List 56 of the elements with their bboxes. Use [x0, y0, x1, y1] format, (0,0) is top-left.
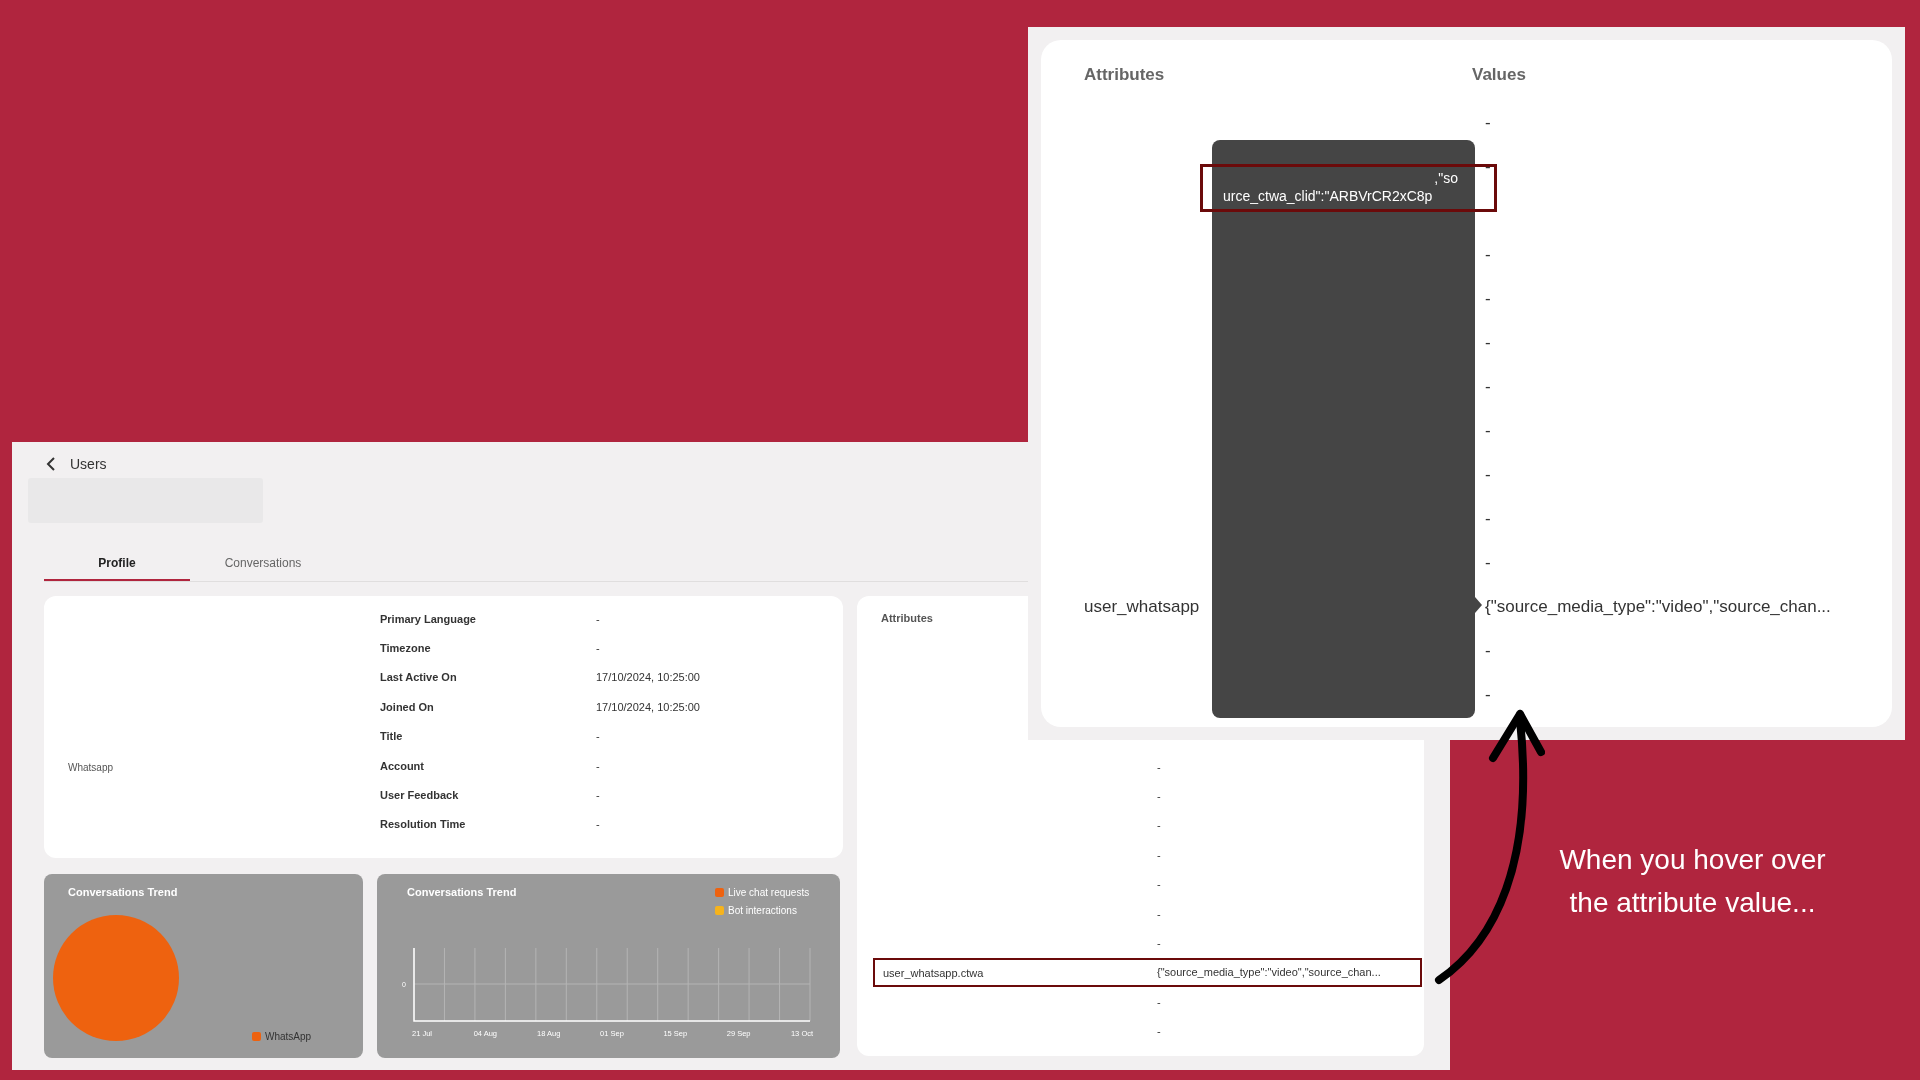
field-value: 17/10/2024, 10:25:00	[596, 700, 700, 713]
field-label: Joined On	[380, 700, 435, 713]
field-value: -	[596, 642, 601, 655]
legend-item: WhatsApp	[252, 1031, 312, 1042]
field-value: -	[596, 730, 601, 743]
attribute-value: {"source_media_type":"video","source_chan...	[1485, 597, 1831, 616]
channel-label: Whatsapp	[68, 761, 115, 773]
attribute-value: -	[1157, 1025, 1162, 1038]
attribute-value: -	[1157, 907, 1162, 920]
card-title: Attributes	[881, 612, 933, 624]
field-value: -	[596, 612, 601, 625]
attribute-value: -	[1157, 790, 1162, 803]
field-label: Last Active On	[380, 671, 458, 684]
column-header: Values	[1472, 65, 1527, 85]
attribute-value: -	[1485, 113, 1491, 132]
legend-item: Live chat requests	[715, 887, 810, 898]
attribute-value: -	[1485, 377, 1491, 396]
field-value: -	[596, 818, 601, 831]
attribute-value: -	[1485, 157, 1491, 176]
field-value: 17/10/2024, 10:25:00	[596, 671, 700, 684]
tooltip-text: ,"so	[1434, 169, 1458, 187]
attribute-value: -	[1485, 465, 1491, 484]
attribute-name: user_whatsapp.ctwa	[883, 967, 984, 980]
attribute-value: -	[1485, 553, 1491, 572]
attribute-value: -	[1157, 995, 1162, 1008]
chart-title: Conversations Trend	[407, 886, 517, 898]
attribute-value: -	[1485, 509, 1491, 528]
tooltip-text: urce_ctwa_clid":"ARBVrCR2xC8p	[1223, 187, 1433, 205]
attribute-value: -	[1485, 421, 1491, 440]
field-value: -	[596, 759, 601, 772]
attribute-value: -	[1157, 760, 1162, 773]
attribute-value: -	[1157, 819, 1162, 832]
attribute-value: -	[1157, 878, 1162, 891]
field-label: Account	[380, 759, 425, 772]
legend-item: Bot interactions	[715, 905, 797, 916]
attribute-value: -	[1485, 245, 1491, 264]
attribute-value: {"source_media_type":"video","source_chan...	[1157, 966, 1382, 979]
attribute-value: -	[1485, 333, 1491, 352]
chart-title: Conversations Trend	[68, 886, 178, 898]
attribute-value: -	[1157, 848, 1162, 861]
field-label: Resolution Time	[380, 818, 467, 831]
back-chevron-icon	[46, 457, 56, 471]
caption-text: When you hover over the attribute value...	[1558, 843, 1827, 920]
attribute-value: -	[1485, 289, 1491, 308]
field-label: Primary Language	[380, 612, 477, 625]
column-header: Attributes	[1084, 65, 1166, 85]
field-label: User Feedback	[380, 789, 460, 802]
attribute-value: -	[1485, 685, 1491, 704]
tab[interactable]: Profile	[44, 547, 190, 581]
attribute-value: -	[1157, 937, 1162, 950]
field-value: -	[596, 789, 601, 802]
attribute-value: -	[1485, 641, 1491, 660]
attribute-name: user_whatsapp	[1084, 597, 1200, 616]
field-label: Title	[380, 730, 404, 743]
tab[interactable]: Conversations	[190, 547, 336, 581]
field-label: Timezone	[380, 642, 432, 655]
